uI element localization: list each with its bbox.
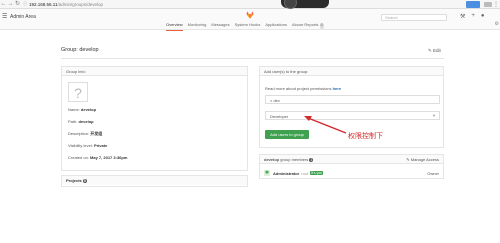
its-you-badge: It's you — [310, 171, 324, 175]
members-count-badge: 1 — [309, 158, 314, 162]
member-name[interactable]: Administrator — [273, 171, 299, 176]
members-heading: develop group members 1 ✎ Manage Access — [260, 155, 443, 164]
annotation-arrow-icon — [304, 116, 347, 134]
members-group-name: develop — [264, 157, 280, 162]
annotation-text: 权限控制下 — [348, 132, 383, 140]
manage-access-button[interactable]: ✎ Manage Access — [406, 157, 439, 162]
member-role: Owner — [427, 170, 439, 176]
avatar: ✱ — [264, 170, 270, 176]
pencil-icon: ✎ — [406, 157, 410, 162]
members-title-text: group members — [280, 157, 309, 162]
member-row: ✱ Administrator root It's you Owner — [264, 169, 439, 177]
members-panel: develop group members 1 ✎ Manage Access … — [259, 154, 444, 179]
member-username: root — [301, 170, 309, 176]
members-title: develop group members 1 — [264, 157, 314, 162]
manage-access-label: Manage Access — [410, 157, 439, 162]
